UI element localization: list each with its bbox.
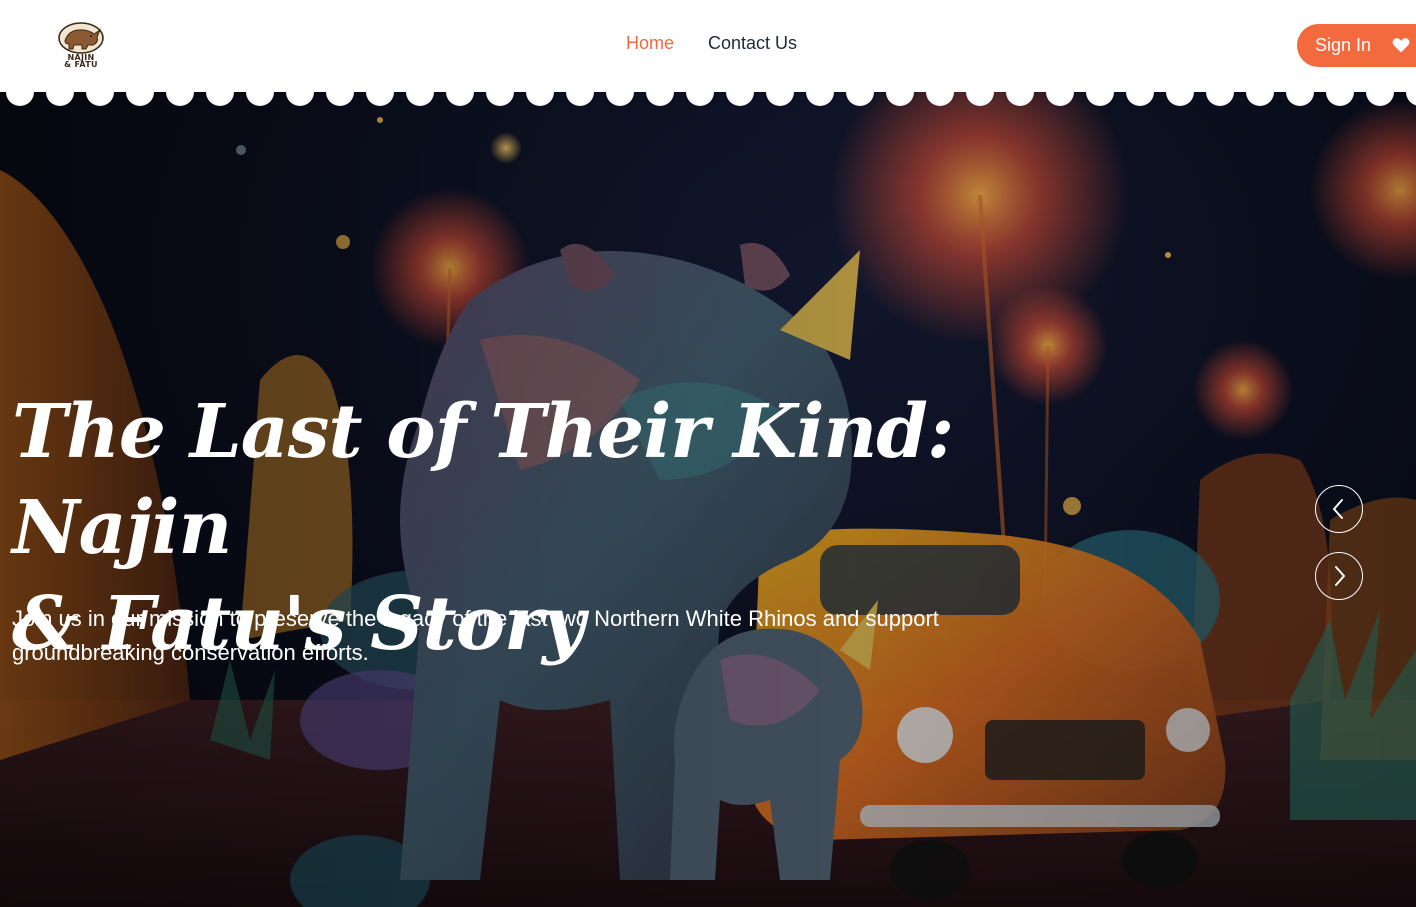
chevron-right-icon (1335, 566, 1345, 586)
logo-text: NAJIN & FATU (56, 54, 106, 69)
chevron-left-icon (1333, 499, 1343, 519)
main-nav: Home Contact Us (626, 33, 797, 54)
heart-icon (1392, 38, 1410, 53)
sign-in-label: Sign In (1315, 35, 1372, 55)
nav-item-home[interactable]: Home (626, 33, 674, 54)
brand-logo[interactable]: NAJIN & FATU (56, 22, 106, 70)
header-scallop-edge (0, 88, 1416, 106)
carousel-next-button[interactable] (1315, 552, 1363, 600)
rhino-logo-icon (58, 22, 104, 54)
nav-item-contact-us[interactable]: Contact Us (708, 33, 797, 54)
hero-headline-line-1: The Last of Their Kind: Najin (12, 389, 954, 571)
sign-in-button[interactable]: Sign In (1297, 24, 1416, 67)
page: NAJIN & FATU Home Contact Us Sign In The… (0, 0, 1416, 907)
site-header: NAJIN & FATU Home Contact Us Sign In (0, 0, 1416, 90)
hero-subtext: Join us in our mission to preserve the l… (12, 606, 939, 665)
carousel-prev-button[interactable] (1315, 485, 1363, 533)
logo-line-2: & FATU (64, 60, 98, 69)
